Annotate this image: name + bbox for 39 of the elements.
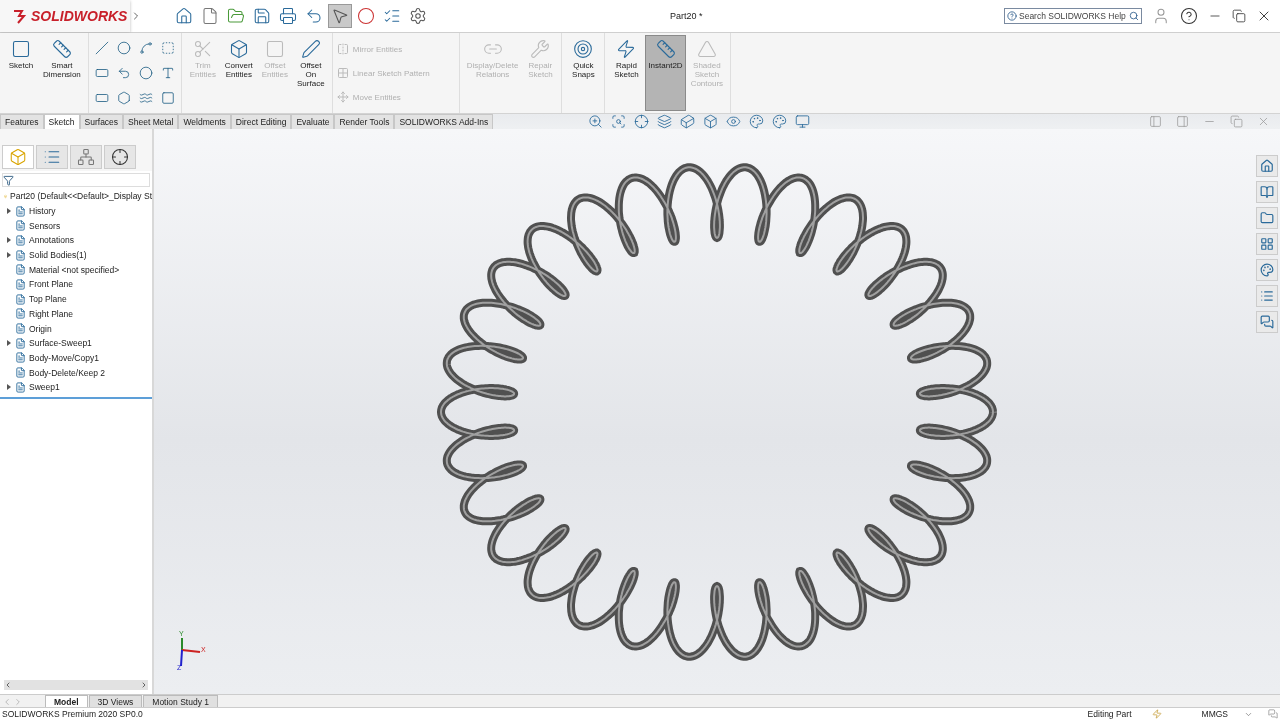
command-tab[interactable]: Sheet Metal xyxy=(123,114,179,129)
ribbon-button[interactable]: Convert Entities xyxy=(221,35,256,111)
command-tab[interactable]: Direct Editing xyxy=(230,114,292,129)
ribbon-button[interactable]: Quick Snaps xyxy=(566,35,601,111)
ribbon-button[interactable]: Rapid Sketch xyxy=(609,35,644,111)
window-title: Part20 * xyxy=(670,11,703,21)
model-tab[interactable]: Model xyxy=(45,695,88,707)
tree-item[interactable]: Body-Delete/Keep 2 xyxy=(0,365,152,380)
command-tab[interactable]: Surfaces xyxy=(79,114,124,129)
search-field[interactable]: Search SOLIDWORKS Help xyxy=(1004,8,1142,24)
ribbon-button[interactable]: Sketch xyxy=(4,35,38,111)
logo: SOLIDWORKS xyxy=(0,0,130,32)
units-text[interactable]: MMGS xyxy=(1201,709,1228,719)
tree-item[interactable]: Sensors xyxy=(0,218,152,234)
command-tab[interactable]: Render Tools xyxy=(334,114,395,129)
tree-item[interactable]: Part20 (Default<<Default>_Display St xyxy=(0,189,152,204)
ribbon-button[interactable]: Offset On Surface xyxy=(293,35,328,111)
tree-item[interactable]: Material <not specified> xyxy=(0,262,152,278)
tree-item[interactable]: Origin xyxy=(0,321,152,336)
command-tab[interactable]: Sketch xyxy=(43,114,80,129)
tree-item[interactable]: Top Plane xyxy=(0,291,152,307)
status-text: SOLIDWORKS Premium 2020 SP0.0 xyxy=(2,709,143,719)
ribbon-button[interactable]: Smart Dimension xyxy=(40,35,84,111)
tree-item[interactable]: Sweep1 xyxy=(0,379,152,395)
tree-item[interactable]: Solid Bodies(1) xyxy=(0,247,152,263)
command-tab[interactable]: Features xyxy=(0,114,44,129)
tree-item[interactable]: Surface-Sweep1 xyxy=(0,335,152,351)
tree-item[interactable]: History xyxy=(0,203,152,219)
command-tab[interactable]: Weldments xyxy=(178,114,231,129)
model-tab[interactable]: 3D Views xyxy=(88,695,143,707)
model-tab[interactable]: Motion Study 1 xyxy=(143,695,218,707)
tree-item[interactable]: Annotations xyxy=(0,233,152,248)
tree-item[interactable]: Right Plane xyxy=(0,306,152,322)
status-text: Editing Part xyxy=(1087,709,1132,719)
tree-item[interactable]: Front Plane xyxy=(0,277,152,292)
command-tab[interactable]: SOLIDWORKS Add-Ins xyxy=(394,114,494,129)
ribbon-button[interactable]: Instant2D xyxy=(645,35,686,111)
command-tab[interactable]: Evaluate xyxy=(291,114,335,129)
tree-item[interactable]: Body-Move/Copy1 xyxy=(0,350,152,366)
